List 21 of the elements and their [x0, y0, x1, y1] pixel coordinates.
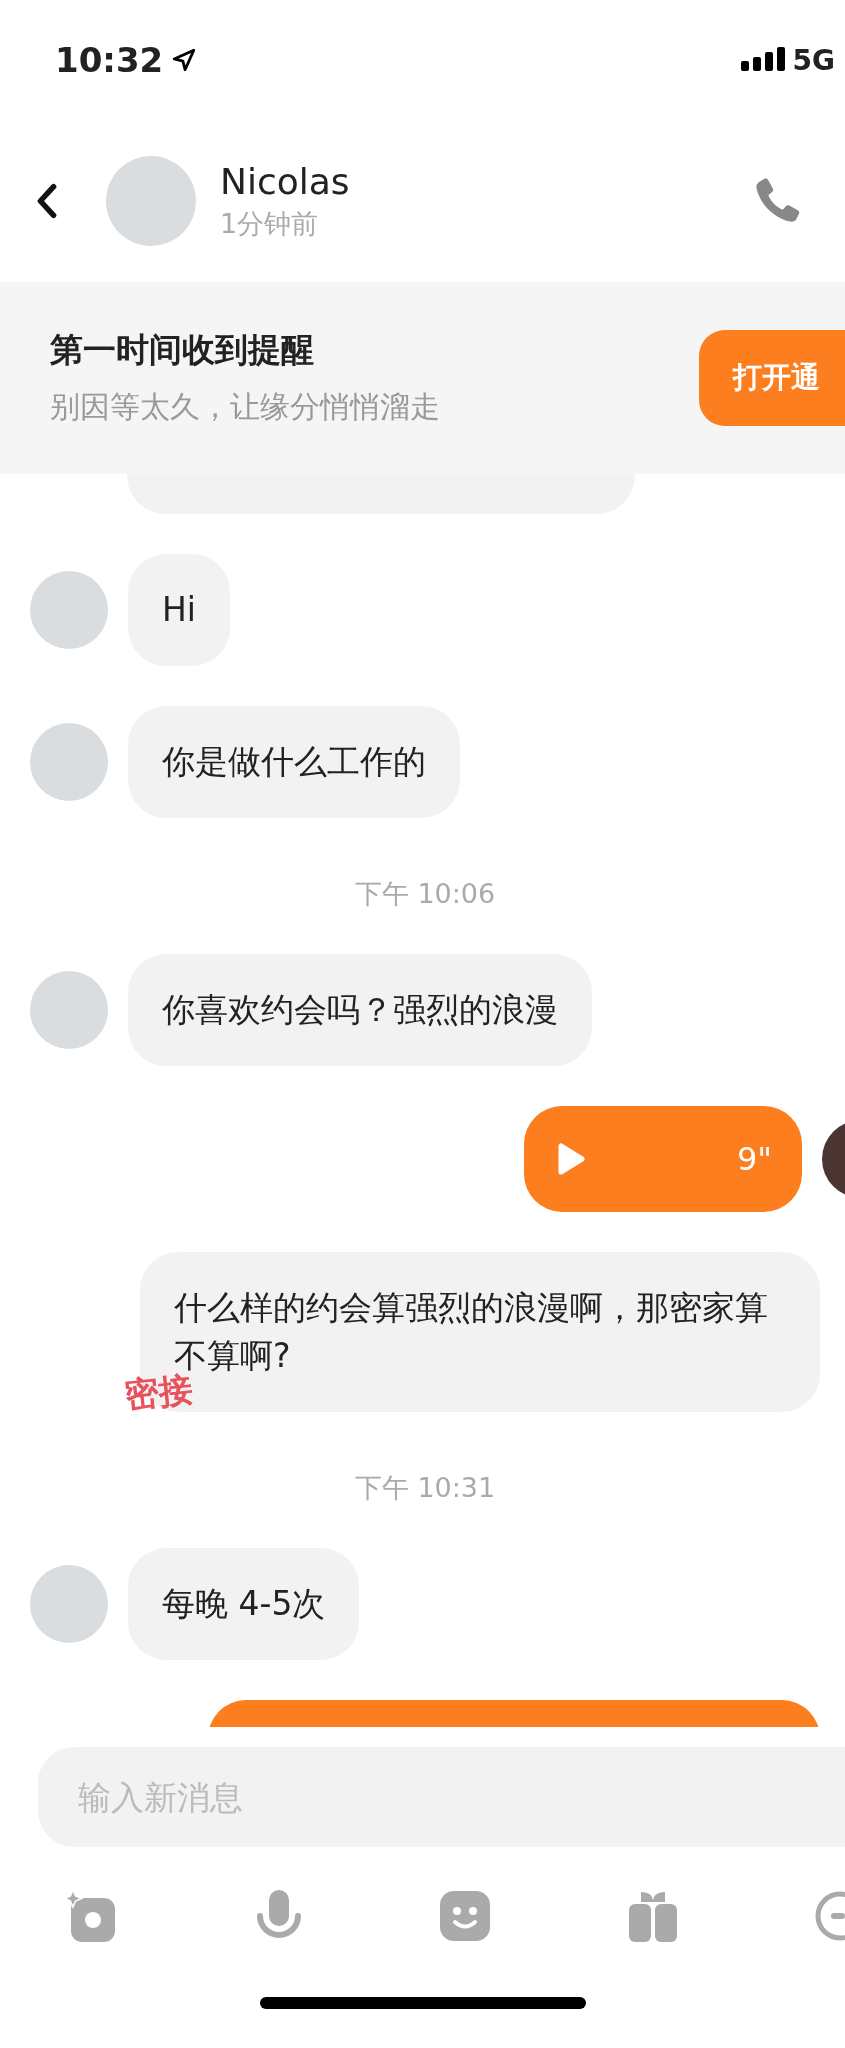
- message-bubble: 你是做什么工作的: [128, 706, 460, 818]
- camera-icon[interactable]: [65, 1890, 117, 1942]
- signal-icon: [740, 47, 785, 73]
- banner-subtitle: 别因等太久，让缘分悄悄溜走: [50, 388, 440, 426]
- smiley-icon[interactable]: [440, 1891, 490, 1941]
- last-seen: 1分钟前: [220, 206, 320, 241]
- location-arrow-icon: [171, 47, 198, 73]
- enable-notifications-button[interactable]: 打开通: [699, 330, 845, 426]
- message-bubble: Hi: [128, 554, 230, 666]
- voice-message[interactable]: 9": [524, 1106, 802, 1212]
- message-bubble: 你喜欢约会吗？强烈的浪漫: [128, 954, 592, 1066]
- timestamp: 下午 10:31: [353, 1471, 497, 1505]
- message-bubble: 每晚 4-5次: [128, 1548, 360, 1660]
- back-icon[interactable]: [36, 183, 58, 219]
- banner-title: 第一时间收到提醒: [50, 329, 315, 371]
- timestamp: 下午 10:06: [353, 877, 497, 911]
- play-icon: [556, 1141, 586, 1177]
- gift-icon[interactable]: [628, 1890, 677, 1942]
- contact-name: Nicolas: [220, 160, 350, 202]
- network-label: 5G: [792, 43, 835, 77]
- status-time: 10:32: [55, 40, 164, 80]
